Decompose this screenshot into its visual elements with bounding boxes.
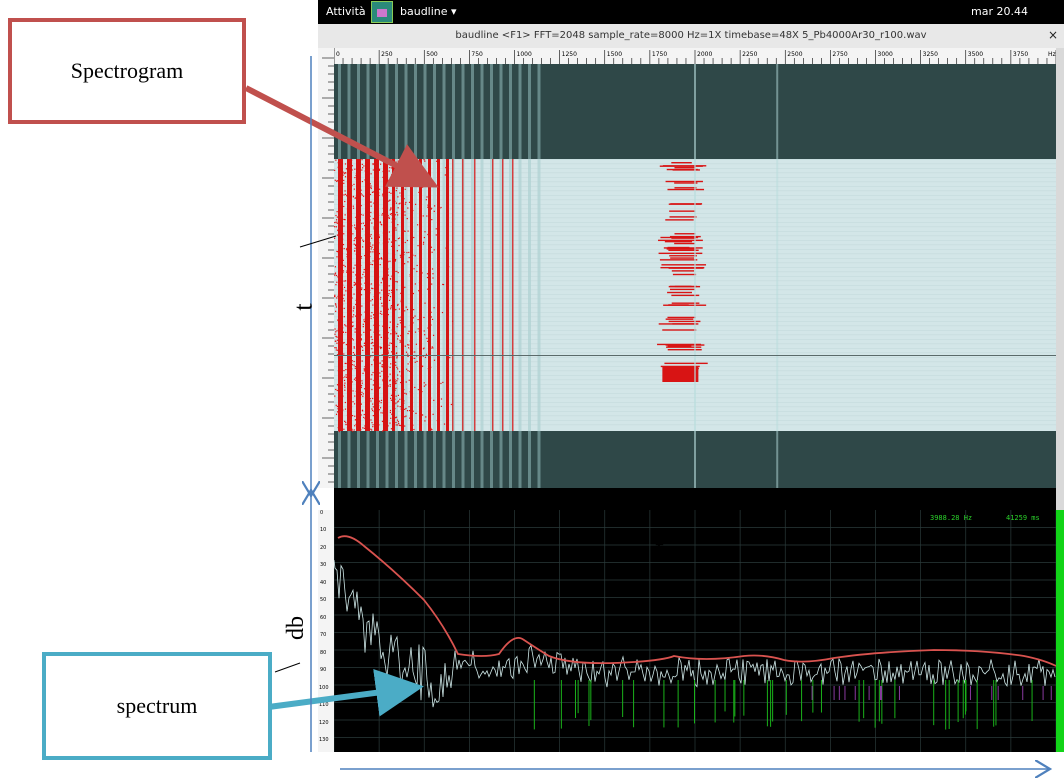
- frequency-axis-label: f: [655, 533, 664, 562]
- spectrogram-callout: Spectrogram: [8, 18, 246, 124]
- time-axis-label: t: [288, 303, 318, 311]
- spectrogram-callout-arrow: [244, 85, 439, 188]
- db-axis-label: db: [283, 616, 309, 640]
- spectrum-callout: spectrum: [42, 652, 272, 760]
- db-label-leader: [274, 662, 301, 673]
- t-label-leader: [299, 235, 337, 248]
